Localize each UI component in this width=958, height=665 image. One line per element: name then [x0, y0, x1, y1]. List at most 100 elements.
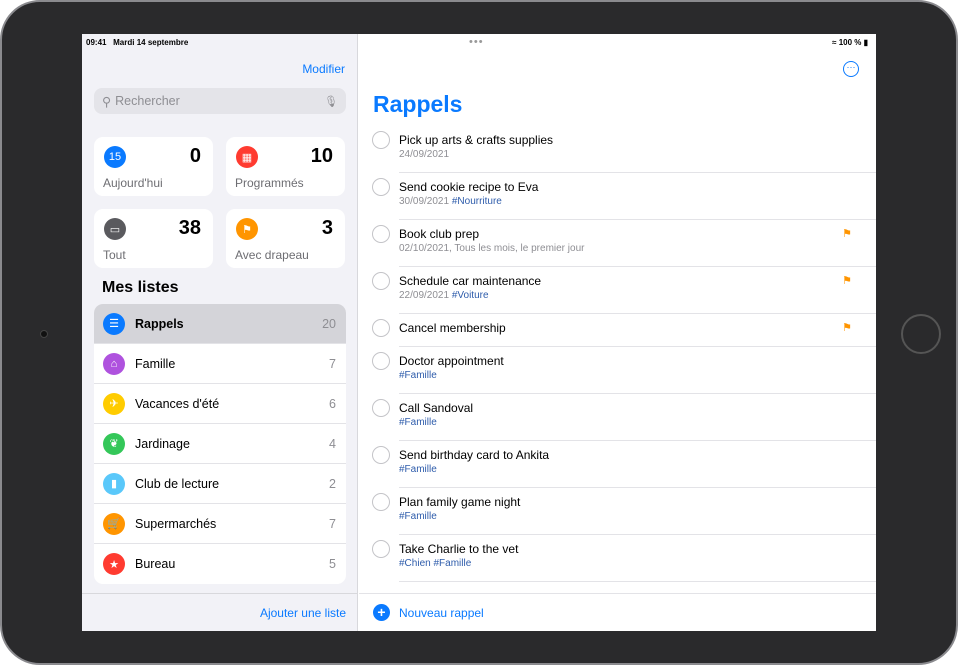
smart-list-card[interactable]: ⚑ 3 Avec drapeau	[226, 209, 345, 268]
list-name: Club de lecture	[135, 476, 220, 491]
reminder-tags[interactable]: #Nourriture	[452, 196, 502, 207]
reminder-row[interactable]: Doctor appointment #Famille	[359, 346, 876, 394]
smart-list-label: Tout	[103, 248, 126, 262]
divider	[399, 581, 876, 582]
reminder-tags[interactable]: #Famille	[399, 464, 437, 475]
reminder-list: Pick up arts & crafts supplies 24/09/2021…	[359, 125, 876, 582]
star-icon: ★	[103, 553, 125, 575]
complete-checkbox[interactable]	[372, 131, 390, 149]
complete-checkbox[interactable]	[372, 540, 390, 558]
list-count: 6	[329, 396, 336, 411]
complete-checkbox[interactable]	[372, 352, 390, 370]
multitasking-dots[interactable]: •••	[469, 36, 484, 48]
my-lists: ☰ Rappels 20 ⌂ Famille 7 ✈ Vacances d'été 6 ❦ Jard…	[94, 304, 346, 584]
list-name: Rappels	[135, 316, 184, 331]
complete-checkbox[interactable]	[372, 272, 390, 290]
reminder-tags[interactable]: #Famille	[399, 417, 437, 428]
house-icon: ⌂	[103, 352, 125, 375]
reminder-tags[interactable]: #Voiture	[452, 290, 489, 301]
complete-checkbox[interactable]	[372, 399, 390, 417]
list-count: 2	[329, 476, 336, 491]
reminder-tags[interactable]: #Chien #Famille	[399, 558, 471, 569]
reminder-row[interactable]: Call Sandoval #Famille	[359, 393, 876, 441]
reminder-date: 02/10/2021, Tous les mois, le premier jo…	[399, 243, 585, 254]
more-options-icon[interactable]: ···	[843, 61, 859, 77]
reminder-title: Schedule car maintenance	[399, 274, 542, 288]
cart-icon: 🛒	[103, 512, 125, 535]
smart-list-card[interactable]: 15 0 Aujourd'hui	[94, 137, 213, 196]
reminder-date: 30/09/2021	[399, 196, 450, 207]
reminder-title: Send cookie recipe to Eva	[399, 180, 539, 194]
sidebar: 09:41 Mardi 14 septembre Modifier ⚲ Rech…	[82, 34, 358, 631]
reminder-title: Book club prep	[399, 227, 480, 241]
reminder-row[interactable]: Take Charlie to the vet #Chien #Famille	[359, 534, 876, 582]
reminder-title: Pick up arts & crafts supplies	[399, 133, 554, 147]
smart-list-label: Aujourd'hui	[103, 176, 163, 190]
reminder-title: Call Sandoval	[399, 401, 474, 415]
list-name: Jardinage	[135, 436, 190, 451]
leaf-icon: ❦	[103, 432, 125, 455]
list-count: 7	[329, 516, 336, 531]
smart-list-count: 3	[321, 217, 333, 239]
reminder-title: Take Charlie to the vet	[399, 542, 519, 556]
list-name: Bureau	[135, 557, 176, 571]
list-item[interactable]: ✈ Vacances d'été 6	[94, 384, 346, 424]
plus-icon[interactable]: +	[373, 604, 390, 621]
complete-checkbox[interactable]	[372, 225, 390, 243]
reminder-row[interactable]: Pick up arts & crafts supplies 24/09/2021	[359, 125, 876, 173]
list-name: Supermarchés	[135, 516, 217, 531]
flag-icon: ⚑	[842, 228, 852, 240]
reminder-row[interactable]: Send cookie recipe to Eva 30/09/2021 #Nou…	[359, 172, 876, 220]
airplane-icon: ✈	[103, 392, 125, 415]
status-date: Mardi 14 septembre	[113, 38, 189, 47]
camera	[40, 330, 48, 338]
home-button[interactable]	[901, 314, 941, 354]
reminder-row[interactable]: Plan family game night #Famille	[359, 487, 876, 535]
status-time-date: 09:41 Mardi 14 septembre	[86, 38, 188, 47]
search-input[interactable]: ⚲ Rechercher 🎙	[94, 88, 346, 114]
tray-icon: ▭	[104, 218, 126, 240]
reminder-tags[interactable]: #Famille	[399, 370, 437, 381]
complete-checkbox[interactable]	[372, 446, 390, 464]
status-time: 09:41	[86, 38, 107, 47]
reminder-row[interactable]: Book club prep 02/10/2021, Tous les mois,…	[359, 219, 876, 267]
reminder-tags[interactable]: #Famille	[399, 511, 437, 522]
smart-list-card[interactable]: ▭ 38 Tout	[94, 209, 213, 268]
complete-checkbox[interactable]	[372, 493, 390, 511]
list-item[interactable]: ❦ Jardinage 4	[94, 424, 346, 464]
smart-list-label: Programmés	[235, 176, 304, 190]
smart-list-count: 10	[310, 145, 333, 167]
page-title: Rappels	[373, 91, 463, 117]
microphone-icon[interactable]: 🎙	[324, 95, 338, 108]
list-item[interactable]: 🛒 Supermarchés 7	[94, 504, 346, 544]
reminder-date: 22/09/2021	[399, 290, 450, 301]
complete-checkbox[interactable]	[372, 319, 390, 337]
reminder-title: Send birthday card to Ankita	[399, 448, 550, 462]
smart-list-label: Avec drapeau	[235, 248, 309, 262]
list-item[interactable]: ▮ Club de lecture 2	[94, 464, 346, 504]
edit-button[interactable]: Modifier	[302, 62, 345, 76]
reminder-title: Cancel membership	[399, 321, 506, 335]
list-count: 7	[329, 356, 336, 371]
list-item[interactable]: ☰ Rappels 20	[94, 304, 346, 344]
list-count: 5	[329, 557, 336, 571]
list-item[interactable]: ★ Bureau 5	[94, 544, 346, 584]
add-list-button[interactable]: Ajouter une liste	[260, 606, 346, 620]
battery-text: 100 %	[838, 38, 862, 47]
reminder-row[interactable]: Schedule car maintenance 22/09/2021 #Voit…	[359, 266, 876, 314]
smart-list-card[interactable]: ▦ 10 Programmés	[226, 137, 345, 196]
search-icon: ⚲	[102, 94, 112, 109]
reminder-row[interactable]: Send birthday card to Ankita #Famille	[359, 440, 876, 488]
list-count: 20	[322, 316, 336, 331]
reminders-main: ••• ≈ 100 % ▮ ··· Rappels Pick up arts &…	[359, 34, 876, 631]
smart-list-count: 38	[178, 217, 201, 239]
reminder-row[interactable]: Cancel membership ⚑	[359, 313, 876, 347]
screen: 09:41 Mardi 14 septembre Modifier ⚲ Rech…	[82, 34, 876, 631]
flag-icon: ⚑	[842, 275, 852, 287]
bookmark-icon: ▮	[103, 472, 125, 495]
search-placeholder: Rechercher	[115, 94, 180, 108]
new-reminder-button[interactable]: Nouveau rappel	[399, 606, 484, 620]
list-item[interactable]: ⌂ Famille 7	[94, 344, 346, 384]
list-name: Vacances d'été	[135, 396, 220, 411]
complete-checkbox[interactable]	[372, 178, 390, 196]
